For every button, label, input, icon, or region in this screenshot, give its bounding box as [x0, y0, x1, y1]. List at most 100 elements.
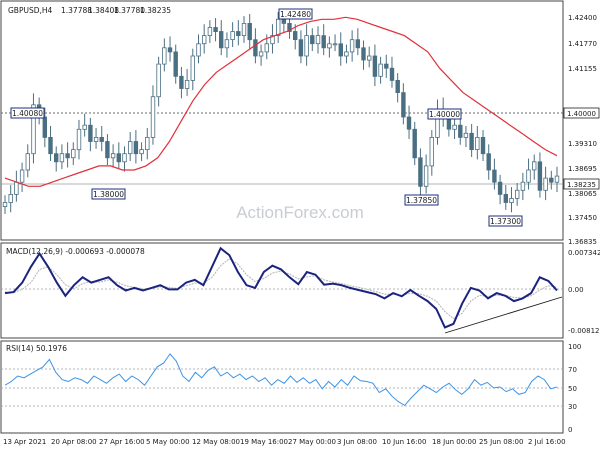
candle-body	[71, 149, 76, 159]
candle-body	[88, 124, 93, 142]
rsi-tick-70: 70	[568, 366, 577, 374]
candle-body	[406, 116, 412, 130]
candle-body	[54, 153, 59, 163]
candle-body	[247, 22, 252, 41]
candle-body	[315, 35, 321, 45]
candle-body	[184, 80, 190, 89]
candle-body	[549, 177, 554, 183]
x-tick-1: 13 Apr 2021	[3, 438, 46, 446]
rsi-tick-100: 100	[568, 343, 581, 351]
candle-body	[401, 92, 406, 118]
macd-panel: MACD(12,26,9) -0.000693 -0.000078 0.0073…	[0, 242, 600, 339]
candle-body	[19, 169, 25, 183]
candle-body	[264, 43, 269, 53]
candle-body	[298, 39, 304, 57]
x-tick-7: 27 May 00:00	[288, 438, 336, 446]
annotation-1-text: 1.42480	[280, 10, 311, 19]
candle-body	[509, 198, 514, 203]
x-tick-8: 3 Jun 08:00	[337, 438, 377, 446]
candle-body	[116, 153, 121, 163]
rsi-tick-30: 30	[568, 403, 577, 411]
candle-body	[344, 51, 349, 57]
candle-body	[179, 75, 184, 89]
x-tick-5: 12 May 08:00	[192, 438, 240, 446]
candle-body	[110, 153, 116, 159]
candle-body	[532, 161, 537, 171]
candle-body	[190, 55, 195, 81]
candle-body	[173, 51, 178, 77]
x-tick-4: 5 May 00:00	[146, 438, 190, 446]
candle-body	[207, 27, 213, 37]
candle-body	[503, 193, 508, 203]
candle-body	[304, 35, 309, 57]
y-tick-7: 1.38065	[568, 190, 597, 198]
candle-body	[361, 47, 366, 61]
candle-body	[480, 136, 486, 155]
y-tick-1: 1.42400	[568, 14, 597, 22]
x-tick-6: 19 May 16:00	[240, 438, 288, 446]
candle-body	[201, 35, 207, 45]
annotation-3: 1.38000	[91, 188, 126, 200]
candle-body	[310, 35, 315, 45]
candle-body	[213, 27, 218, 32]
annotation-3-text: 1.38000	[93, 190, 124, 199]
x-tick-11: 25 Jun 08:00	[479, 438, 523, 446]
candle-body	[258, 51, 264, 57]
candle-body	[372, 55, 378, 77]
candle-body	[469, 132, 474, 151]
candle-body	[48, 136, 53, 155]
candle-body	[554, 175, 560, 183]
candle-body	[418, 157, 423, 187]
price-panel: ActionForex.com GBPUSD,H4 1.37788 1.3840…	[0, 0, 600, 246]
y-tick-3: 1.41155	[568, 65, 597, 73]
macd-label: MACD(12,26,9) -0.000693 -0.000078	[6, 247, 145, 256]
candle-body	[537, 161, 543, 191]
candle-body	[292, 31, 298, 41]
time-axis: 13 Apr 2021 20 Apr 08:00 27 Apr 16:00 5 …	[3, 438, 566, 446]
candle-body	[378, 63, 383, 77]
annotation-5-text: 1.37850	[406, 196, 437, 205]
candle-body	[253, 39, 258, 57]
candle-body	[338, 43, 343, 57]
x-tick-2: 20 Apr 08:00	[51, 438, 97, 446]
candle-body	[42, 116, 47, 138]
candle-body	[275, 18, 281, 36]
macd-tick-2: 0.00	[568, 286, 584, 294]
candle-body	[76, 128, 82, 151]
candle-body	[230, 31, 235, 41]
candle-body	[14, 181, 19, 195]
candle-body	[366, 55, 372, 61]
candle-body	[486, 153, 491, 171]
macd-tick-3: -0.008126	[568, 327, 600, 335]
candle-body	[196, 43, 201, 57]
candle-body	[423, 165, 429, 187]
candle-body	[167, 47, 173, 53]
candle-body	[25, 153, 30, 171]
candle-body	[93, 136, 99, 142]
candle-body	[139, 149, 144, 155]
candle-body	[384, 63, 389, 69]
candle-body	[497, 181, 503, 195]
rsi-tick-50: 50	[568, 385, 577, 393]
annotation-5: 1.37850	[404, 194, 439, 206]
candle-body	[475, 136, 480, 150]
annotation-6-text: 1.37300	[490, 217, 521, 226]
rsi-label: RSI(14) 50.1976	[6, 344, 67, 353]
candle-body	[458, 124, 463, 138]
candle-body	[395, 80, 400, 94]
candle-body	[224, 39, 230, 49]
annotation-6: 1.37300	[488, 215, 523, 227]
annotation-1: 1.42480	[278, 8, 313, 20]
chart-canvas: ActionForex.com GBPUSD,H4 1.37788 1.3840…	[0, 0, 600, 446]
y-tick-5: 1.39310	[568, 140, 597, 148]
candle-body	[145, 136, 150, 150]
x-tick-10: 18 Jun 00:00	[432, 438, 476, 446]
y-tick-9: 1.36835	[568, 238, 597, 246]
candle-body	[82, 124, 87, 130]
macd-tick-1: 0.007342	[568, 249, 600, 257]
candle-body	[520, 181, 526, 191]
candle-body	[452, 124, 457, 130]
rsi-panel: RSI(14) 50.1976 100 70 50 30 0	[0, 340, 581, 434]
candle-body	[526, 169, 531, 183]
symbol-label: GBPUSD,H4	[8, 6, 53, 15]
